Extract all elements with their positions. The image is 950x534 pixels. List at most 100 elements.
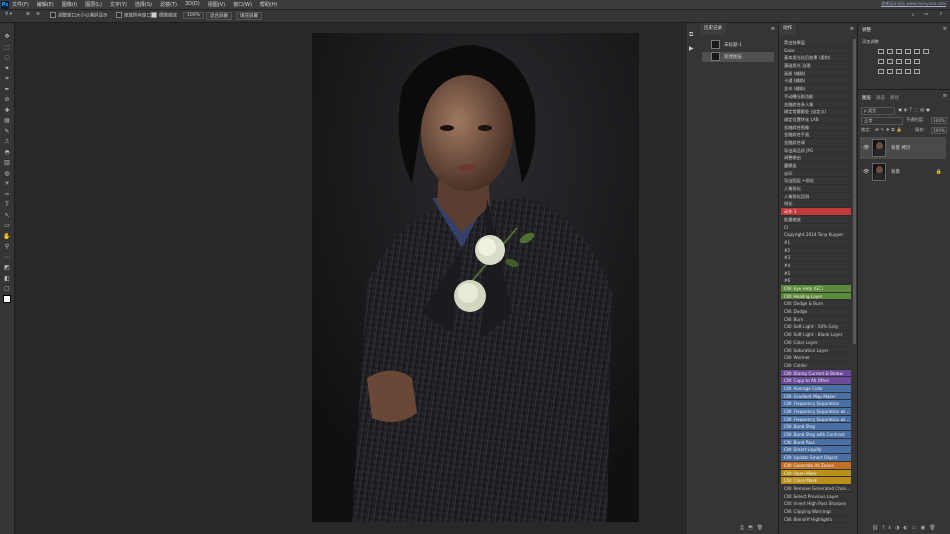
selective-color-adjustment-icon[interactable]	[905, 69, 911, 74]
action-item[interactable]: CW: Healing Layer	[781, 292, 851, 301]
foreground-color-swatch[interactable]	[3, 295, 11, 303]
clone-tool-icon[interactable]: ▤	[3, 117, 11, 124]
more-tool-icon[interactable]: ⋯	[3, 254, 11, 261]
action-item[interactable]: CW: Burn	[781, 316, 851, 324]
menu-item-5[interactable]: 选择(S)	[135, 1, 152, 8]
action-item[interactable]: 基本用光化后效果 (柔和)	[781, 54, 851, 63]
layer-filter-select[interactable]: ρ 类型	[861, 107, 895, 115]
panel-menu-icon[interactable]: ≡	[943, 26, 947, 32]
vibrance-adjustment-icon[interactable]	[914, 49, 920, 54]
fill-input[interactable]: 100%	[931, 127, 947, 134]
action-item[interactable]: CW: Eye Help (GC)	[781, 285, 851, 293]
hsl-adjustment-icon[interactable]	[923, 49, 929, 54]
action-item[interactable]: CW: Colder	[781, 362, 851, 370]
lock-icons[interactable]: ⊞✎✥⧉🔒	[875, 127, 904, 133]
photo-filter-adjustment-icon[interactable]	[896, 59, 902, 64]
layer-filter-icons[interactable]: ▣◐T⬚▤●	[898, 107, 932, 112]
panel-menu-icon[interactable]: ≡	[850, 26, 854, 32]
history-item[interactable]: 新建图层	[702, 52, 774, 62]
tab-actions[interactable]: 动作	[779, 23, 796, 35]
history-panel-icon[interactable]: ⧉	[689, 31, 693, 39]
action-item[interactable]: CW: Frequency Separation wi...	[781, 408, 851, 416]
tab-history[interactable]: 历史记录	[700, 23, 726, 35]
frame-tool-icon[interactable]: ▢	[3, 285, 11, 292]
action-item[interactable]: 锐化	[781, 200, 851, 209]
action-item[interactable]: 导出图层 +锐化	[781, 177, 851, 186]
action-item[interactable]: CW: Soft Light - 50% Gray	[781, 323, 851, 332]
tab-layers-1[interactable]: 通道	[876, 95, 885, 101]
action-item[interactable]: 批量缩放	[781, 216, 851, 224]
actions-panel-icon[interactable]: ▶	[689, 45, 694, 52]
action-item[interactable]: #5	[781, 270, 851, 278]
action-item[interactable]: CW: Frequency Separation	[781, 400, 851, 408]
action-item[interactable]: CW: Dodge	[781, 308, 851, 316]
action-item[interactable]: CW: Gradient Map Maker	[781, 392, 851, 401]
menu-item-6[interactable]: 滤镜(T)	[160, 1, 177, 8]
action-item[interactable]: 基础用光 治理	[781, 62, 851, 70]
action-item[interactable]: 绑定常量都处 (自定义)	[781, 108, 851, 116]
menu-item-9[interactable]: 窗口(W)	[233, 1, 252, 8]
action-item[interactable]: 金辛 (辅助)	[781, 85, 851, 93]
menu-item-1[interactable]: 编辑(E)	[37, 1, 54, 8]
levels-adjustment-icon[interactable]	[887, 49, 893, 54]
action-item[interactable]: CW: Clipping Warnings	[781, 508, 851, 516]
tab-layers-2[interactable]: 路径	[890, 95, 899, 101]
opacity-input[interactable]: 100%	[931, 117, 947, 124]
action-item[interactable]: CW: Stamp Current & Below	[781, 369, 851, 378]
action-item[interactable]: CW: Update Smart Object	[781, 454, 851, 462]
action-item[interactable]: CW: Saturation Layer	[781, 347, 851, 355]
menu-item-3[interactable]: 图层(L)	[85, 1, 102, 8]
action-item[interactable]: 绑定位置转化 LAB	[781, 116, 851, 124]
watermark-link[interactable]: 思缘设计论坛 www.missyuan.com	[881, 1, 946, 7]
action-item[interactable]: CW: Smart Liquify	[781, 446, 851, 455]
action-item[interactable]: 金融综合调	[781, 139, 851, 147]
action-item[interactable]: 导出高品质 JPG	[781, 147, 851, 155]
action-item[interactable]: CW: Blend-If Highlights	[781, 516, 851, 524]
fill-screen-button[interactable]: 填充屏幕	[236, 12, 262, 20]
action-item[interactable]: CW: Band Stop with Contrast	[781, 431, 851, 439]
action-item[interactable]: CW: Average Color	[781, 384, 851, 393]
actions-scrollbar[interactable]	[853, 39, 856, 344]
tab-layers-0[interactable]: 图层	[862, 95, 871, 101]
brush-plus-tool-icon[interactable]: ✚	[3, 107, 11, 114]
menu-item-8[interactable]: 视图(V)	[208, 1, 225, 8]
shape-tool-icon[interactable]: ▭	[3, 222, 11, 229]
zoom-in-icon[interactable]: ⊕	[26, 12, 30, 17]
resize-windows-checkbox[interactable]: 调整窗口大小以满屏显示	[50, 12, 108, 19]
pen-tool-icon[interactable]: ✑	[3, 191, 11, 198]
action-item[interactable]: CW: Remove Generated Chan...	[781, 485, 851, 493]
history-brush-tool-icon[interactable]: ⎍	[3, 138, 11, 145]
action-item[interactable]: 金融综合图像	[781, 124, 851, 132]
zoom-100-button[interactable]: 100%	[183, 12, 204, 19]
action-item[interactable]: #3	[781, 254, 851, 262]
action-item[interactable]: Gaze	[781, 47, 851, 55]
action-item[interactable]: #6	[781, 277, 851, 285]
fit-screen-button[interactable]: 适合屏幕	[206, 12, 232, 20]
brush-tool-icon[interactable]: ✎	[3, 128, 11, 135]
crop-tool-icon[interactable]: ⌗	[3, 75, 11, 82]
action-item[interactable]: CW: Generate All Zones	[781, 461, 851, 470]
action-item[interactable]: CW: Copy to All Other	[781, 377, 851, 385]
action-item[interactable]: Copyright 2014 Tony Kuyper	[781, 231, 851, 239]
menu-item-10[interactable]: 帮助(H)	[260, 1, 278, 8]
action-item[interactable]: 动作 1	[781, 208, 851, 216]
action-item[interactable]: #1	[781, 239, 851, 247]
move-tool-icon[interactable]: ✥	[3, 33, 11, 40]
visibility-eye-icon[interactable]: 👁	[863, 169, 869, 175]
color-lookup-adjustment-icon[interactable]	[914, 59, 920, 64]
gradient-tool-icon[interactable]: ▥	[3, 159, 11, 166]
action-item[interactable]: #4	[781, 262, 851, 270]
bw-adjustment-icon[interactable]	[887, 59, 893, 64]
layer-row[interactable]: 👁 背景 拷贝	[860, 137, 946, 159]
scrubby-zoom-checkbox[interactable]: 细微缩放	[151, 12, 177, 19]
action-item[interactable]: #2	[781, 247, 851, 255]
workspace-icon[interactable]: ▭	[924, 12, 928, 17]
screen-mode-tool-icon[interactable]: ◧	[3, 275, 11, 282]
action-item[interactable]: 手动曝光助功能	[781, 93, 851, 101]
action-item[interactable]: 金融综合手画	[781, 131, 851, 139]
brightness-adjustment-icon[interactable]	[878, 49, 884, 54]
quick-select-tool-icon[interactable]: ✦	[3, 65, 11, 72]
marquee-tool-icon[interactable]: ⬚	[3, 44, 11, 51]
color-balance-adjustment-icon[interactable]	[878, 59, 884, 64]
blur-tool-icon[interactable]: ◍	[3, 170, 11, 177]
